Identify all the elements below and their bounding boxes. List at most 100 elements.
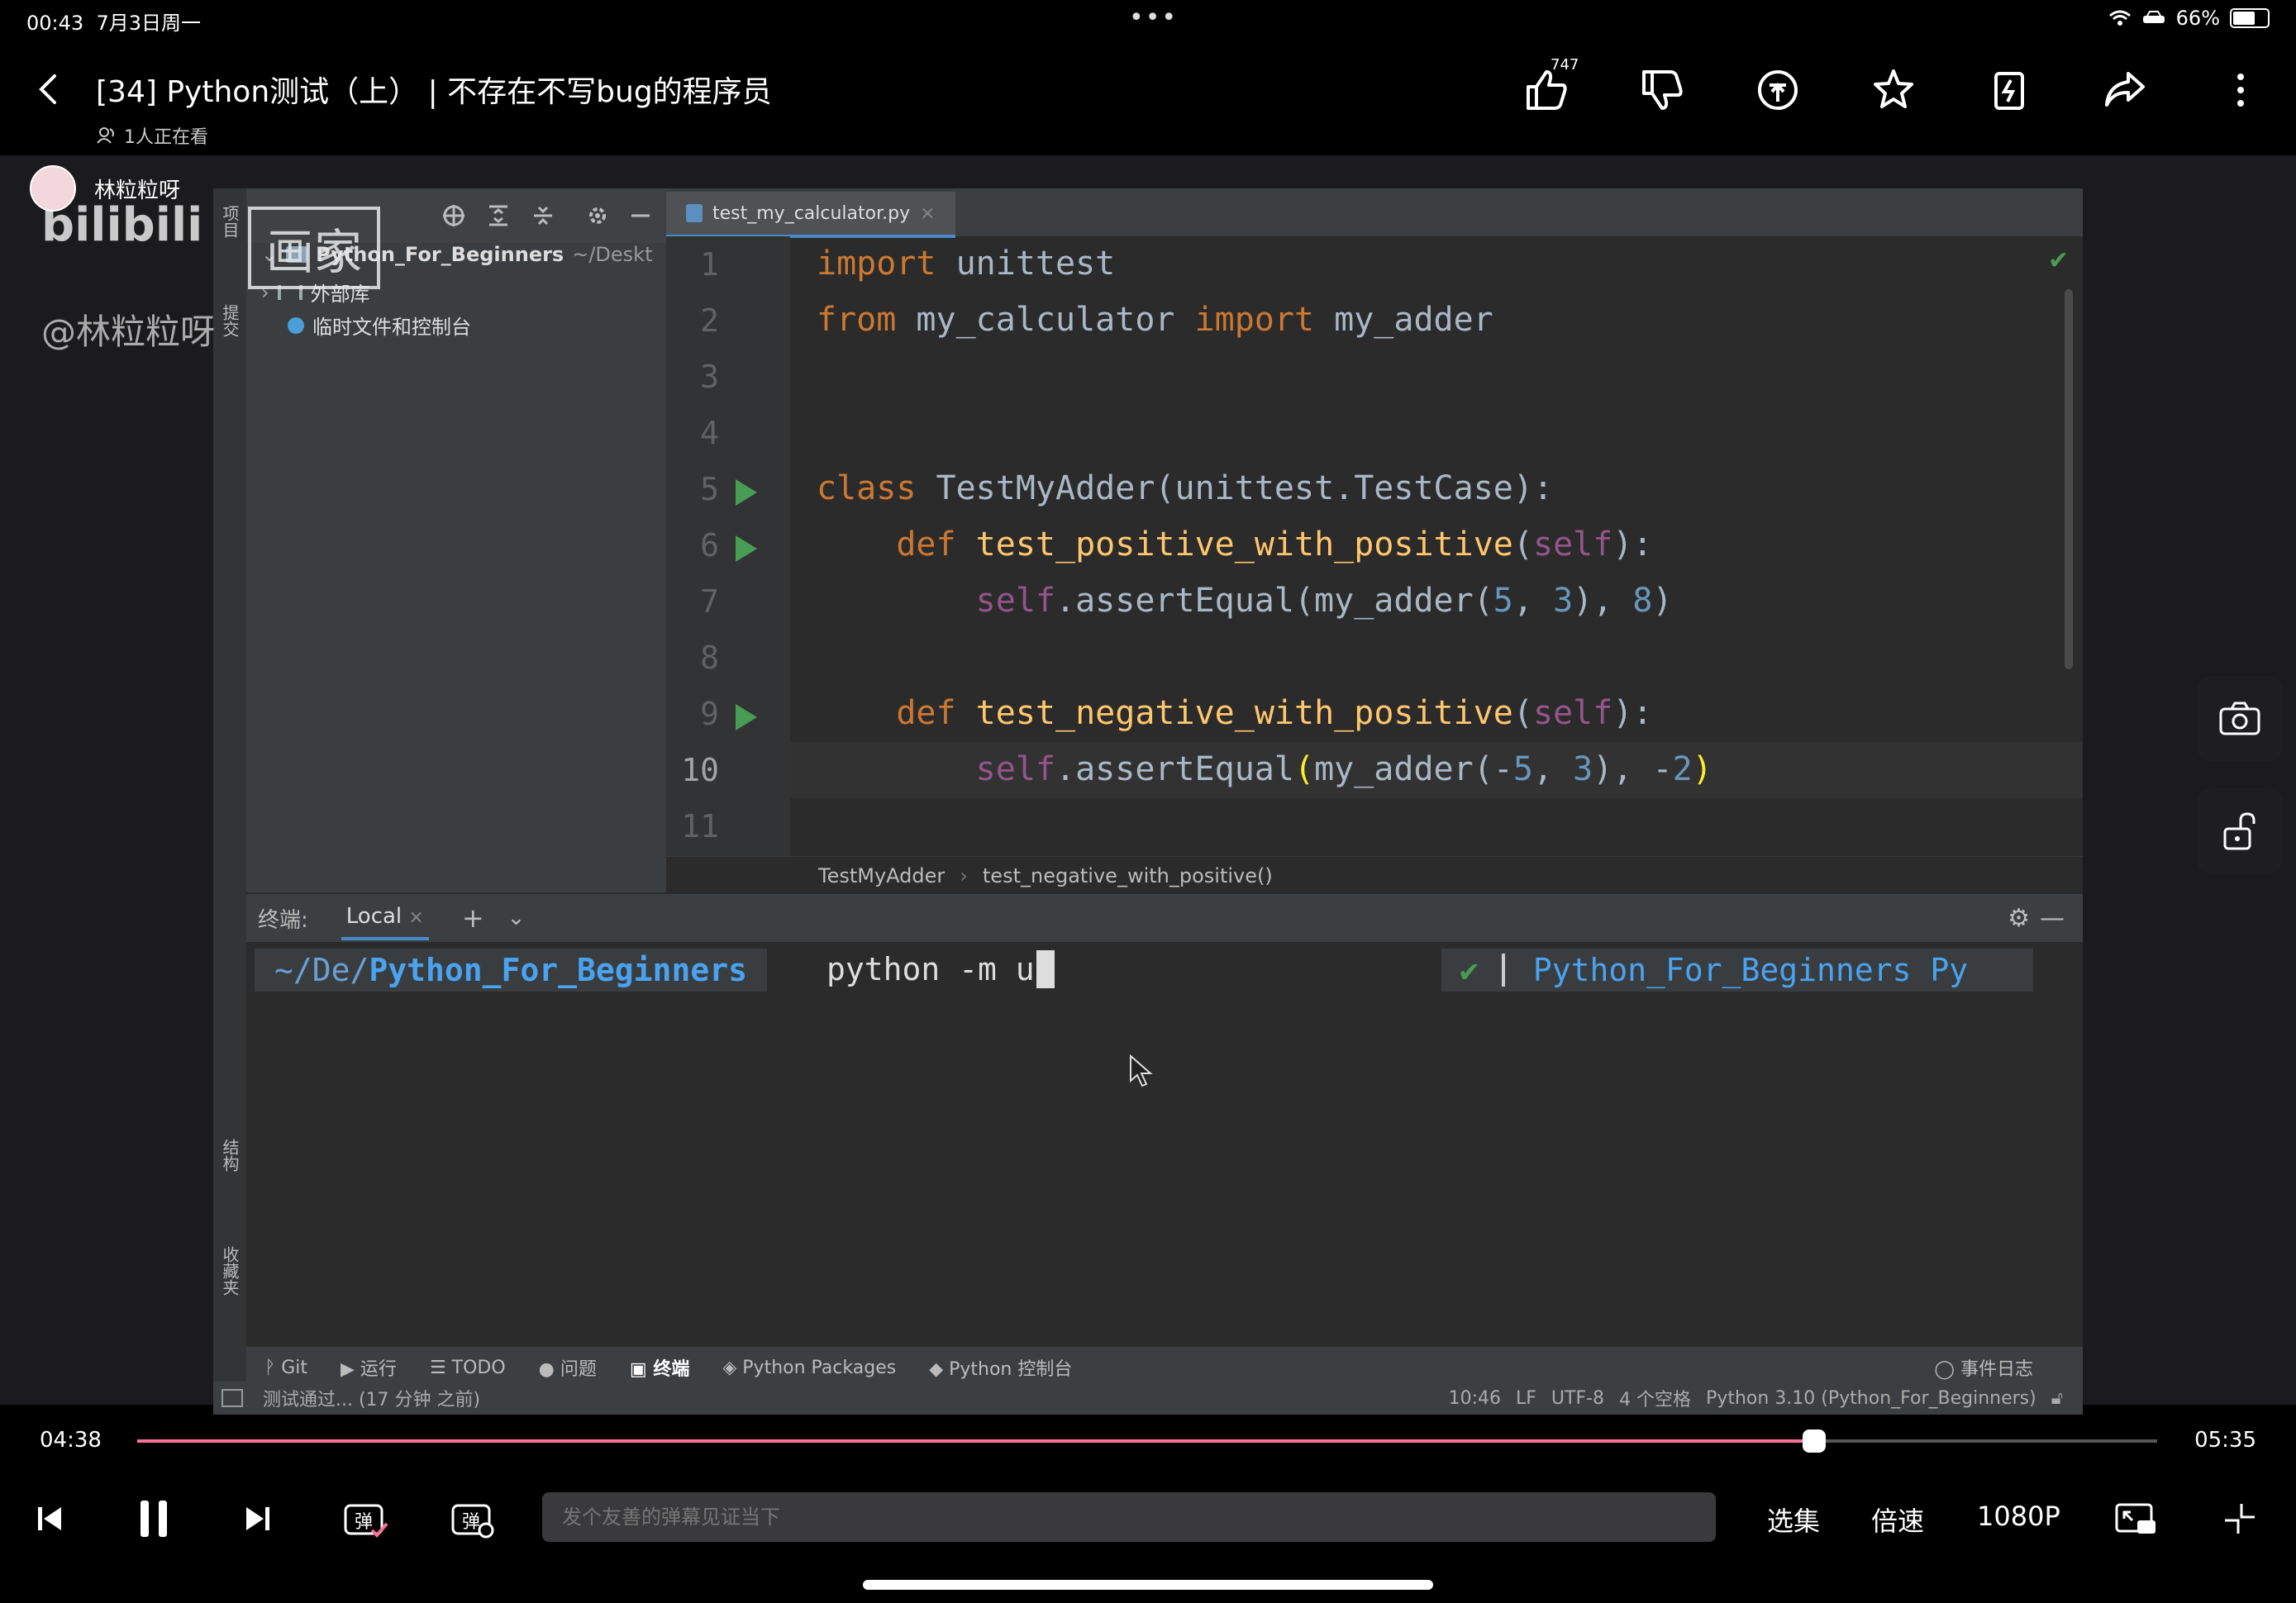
pause-button[interactable]: [127, 1492, 180, 1545]
tool-event-log[interactable]: ◯ 事件日志: [1934, 1354, 2033, 1381]
python-file-icon: [686, 204, 703, 222]
danmaku-input[interactable]: [542, 1492, 1716, 1542]
prompt-path-dir: Python_For_Beginners: [369, 952, 747, 988]
charge-button[interactable]: [1980, 61, 2038, 119]
multitask-dots-icon[interactable]: •••: [1129, 3, 1178, 32]
svg-text:弹: 弹: [355, 1512, 373, 1533]
close-icon[interactable]: ×: [408, 907, 423, 928]
terminal-prompt-path: ~/De/Python_For_Beginners: [255, 949, 767, 992]
breadcrumb-method[interactable]: test_negative_with_positive(): [983, 864, 1273, 887]
layout-icon[interactable]: [222, 1389, 243, 1407]
strip-project[interactable]: 项目: [218, 205, 242, 238]
project-item-scratches[interactable]: 临时文件和控制台: [288, 311, 471, 340]
tab-label: test_my_calculator.py: [712, 202, 911, 224]
danmaku-on-icon: 弹: [344, 1504, 388, 1538]
lock-screen-button[interactable]: [2197, 788, 2283, 874]
settings-icon[interactable]: [585, 203, 610, 228]
strip-bookmarks[interactable]: 收藏夹: [218, 1246, 242, 1296]
locate-icon[interactable]: [441, 203, 466, 228]
terminal-tab-local[interactable]: Local ×: [341, 896, 429, 940]
favorite-icon: [1874, 69, 1913, 108]
like-count: 747: [1551, 56, 1579, 74]
status-indicators: 66%: [2108, 7, 2270, 30]
terminal-header: 终端: Local × + ⌄ ⚙ —: [246, 894, 2083, 942]
mouse-pointer-icon: [1130, 1054, 1153, 1087]
screenshot-button[interactable]: [2197, 676, 2283, 762]
exit-fullscreen-button[interactable]: [2213, 1492, 2266, 1545]
chevron-down-icon[interactable]: ⌄: [507, 906, 526, 930]
tool-terminal[interactable]: ▣ 终端: [630, 1354, 689, 1381]
car-icon: [2142, 11, 2165, 23]
line-number: 2: [700, 302, 719, 339]
battery-percent: 66%: [2175, 7, 2220, 30]
inspection-ok-icon[interactable]: ✔: [2048, 246, 2069, 275]
close-icon[interactable]: ×: [920, 203, 935, 224]
settings-icon[interactable]: ⚙: [2008, 904, 2030, 933]
expand-all-icon[interactable]: [486, 203, 511, 228]
status-encoding[interactable]: UTF-8: [1551, 1388, 1604, 1409]
hide-panel-icon[interactable]: [628, 203, 653, 228]
like-icon: [1527, 70, 1567, 110]
viewer-count-text: 1人正在看: [124, 127, 208, 148]
back-button[interactable]: [30, 66, 66, 112]
battery-icon: [2230, 8, 2270, 28]
favorite-button[interactable]: [1865, 61, 1922, 119]
line-number: 11: [681, 808, 719, 844]
run-class-icon[interactable]: [736, 479, 757, 506]
hide-panel-icon[interactable]: —: [2040, 904, 2065, 933]
previous-button[interactable]: [23, 1492, 76, 1545]
collapse-all-icon[interactable]: [531, 203, 555, 228]
pip-button[interactable]: [2109, 1492, 2162, 1545]
status-caret-position[interactable]: 10:46: [1449, 1388, 1501, 1409]
scratch-icon: [288, 316, 304, 334]
tool-label: 终端: [653, 1359, 690, 1380]
quality-button[interactable]: 1080P: [1977, 1501, 2060, 1532]
tool-todo[interactable]: ☰ TODO: [430, 1358, 506, 1378]
run-test-icon[interactable]: [736, 535, 757, 562]
line-number: 10: [681, 752, 719, 788]
tool-run[interactable]: ▶ 运行: [341, 1354, 397, 1381]
more-button[interactable]: [2212, 61, 2270, 119]
coin-button[interactable]: [1749, 61, 1807, 119]
tool-label: 运行: [360, 1359, 397, 1380]
share-button[interactable]: [2096, 61, 2154, 119]
run-test-icon[interactable]: [736, 704, 757, 730]
ide-status-message[interactable]: 测试通过... (17 分钟 之前): [263, 1385, 480, 1411]
watermark-box: 画家: [248, 207, 381, 289]
danmaku-settings-button[interactable]: 弹: [446, 1492, 499, 1545]
terminal-command-line[interactable]: python -m u: [826, 950, 1055, 988]
status-interpreter[interactable]: Python 3.10 (Python_For_Beginners): [1706, 1388, 2036, 1409]
breadcrumb-class[interactable]: TestMyAdder: [818, 864, 945, 887]
danmaku-toggle-button[interactable]: 弹: [339, 1492, 392, 1545]
strip-commit[interactable]: 提交: [218, 304, 242, 337]
episodes-button[interactable]: 选集: [1767, 1501, 1820, 1539]
dislike-icon: [1642, 70, 1683, 110]
lock-icon[interactable]: 🔓︎: [2051, 1388, 2063, 1409]
avatar[interactable]: [30, 165, 76, 212]
terminal-area[interactable]: [246, 942, 2083, 1347]
status-line-separator[interactable]: LF: [1516, 1388, 1536, 1409]
back-icon: [39, 74, 56, 104]
terminal-env: Python_For_Beginners Py: [1532, 952, 1969, 988]
tool-problems[interactable]: ● 问题: [539, 1354, 597, 1381]
tool-python-packages[interactable]: ◈ Python Packages: [722, 1358, 896, 1378]
unlock-icon: [2223, 812, 2256, 850]
dislike-button[interactable]: [1633, 61, 1691, 119]
uploader-name[interactable]: 林粒粒呀: [94, 174, 180, 204]
tool-git[interactable]: ᚹ Git: [264, 1358, 307, 1378]
project-root-path: ~/Deskt: [572, 243, 653, 266]
tab-test-my-calculator[interactable]: test_my_calculator.py ×: [666, 192, 955, 238]
strip-structure[interactable]: 结构: [218, 1139, 242, 1172]
uploader-info[interactable]: 林粒粒呀: [30, 165, 180, 212]
camera-icon: [2219, 702, 2260, 735]
home-indicator[interactable]: [863, 1580, 1433, 1590]
editor-scrollbar[interactable]: [2065, 289, 2073, 669]
status-indent[interactable]: 4 个空格: [1619, 1385, 1691, 1411]
tool-python-console[interactable]: ◆ Python 控制台: [929, 1354, 1072, 1381]
line-number: 8: [700, 640, 719, 676]
next-button[interactable]: [231, 1492, 284, 1545]
viewers-icon: [97, 127, 114, 144]
progress-knob[interactable]: [1802, 1429, 1826, 1453]
speed-button[interactable]: 倍速: [1871, 1501, 1924, 1539]
new-terminal-icon[interactable]: +: [462, 902, 484, 934]
